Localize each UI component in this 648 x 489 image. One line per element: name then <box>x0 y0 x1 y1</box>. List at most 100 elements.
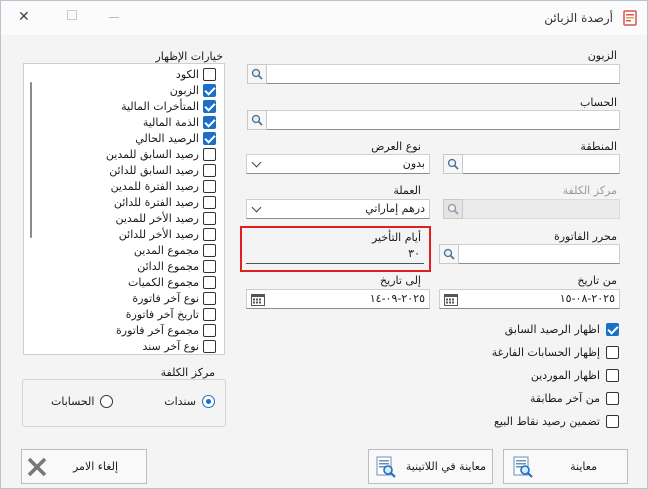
close-window-icon[interactable]: ✕ <box>18 9 30 25</box>
region-search-button[interactable] <box>443 154 463 174</box>
list-item[interactable]: تاريخ آخر فاتورة <box>126 306 216 322</box>
list-item[interactable]: مجموع المدين <box>134 242 216 258</box>
option-checkbox[interactable] <box>606 414 619 428</box>
list-item-checkbox[interactable] <box>203 83 216 97</box>
list-item-checkbox[interactable] <box>203 179 216 193</box>
search-icon <box>443 248 455 260</box>
option-checkbox[interactable] <box>606 322 619 336</box>
cost-center-group-title: مركز الكلفة <box>160 366 215 379</box>
list-item[interactable]: رصيد الأخر للمدين <box>116 210 216 226</box>
list-item-checkbox[interactable] <box>203 163 216 177</box>
delay-days-value: ٣٠ <box>408 247 420 260</box>
list-item-checkbox[interactable] <box>203 291 216 305</box>
delay-days-input[interactable]: ٣٠ <box>246 244 424 264</box>
customer-field[interactable] <box>266 64 620 84</box>
list-item[interactable]: مجموع الدائن <box>137 258 216 274</box>
list-item[interactable]: الذمة المالية <box>143 114 216 130</box>
option-checkbox[interactable] <box>606 391 619 405</box>
window-title: أرصدة الزبائن <box>544 11 613 25</box>
option-include-pos-balance[interactable]: تضمين رصيد نقاط البيع <box>494 413 619 429</box>
cost-center-field <box>462 199 620 219</box>
radio-accounts[interactable]: الحسابات <box>51 393 114 409</box>
option-from-last-reconciliation[interactable]: من آخر مطابقة <box>530 390 619 406</box>
maximize-window-icon[interactable] <box>67 10 77 20</box>
list-item-label: مجموع المدين <box>133 243 199 257</box>
list-item[interactable]: الكود <box>176 66 216 82</box>
option-checkbox[interactable] <box>606 345 619 359</box>
list-item-checkbox[interactable] <box>203 243 216 257</box>
list-item-checkbox[interactable] <box>203 195 216 209</box>
from-date-label: من تاريخ <box>577 274 617 287</box>
list-scrollbar[interactable] <box>30 82 32 238</box>
region-label: المنطقة <box>580 140 617 153</box>
list-item-label: الكود <box>175 67 199 81</box>
from-date-field[interactable]: ٢٠٢٥-٠٨-١٥ <box>439 289 620 309</box>
preview-button[interactable]: معاينة <box>503 449 628 484</box>
currency-value: درهم إماراتي <box>365 202 425 215</box>
list-item[interactable]: نوع آخر سند <box>142 338 216 354</box>
option-show-suppliers[interactable]: اظهار الموردين <box>531 367 619 383</box>
option-checkbox[interactable] <box>606 368 619 382</box>
list-item-checkbox[interactable] <box>203 227 216 241</box>
invoice-editor-field[interactable] <box>458 244 620 264</box>
to-date-field[interactable]: ٢٠٢٥-٠٩-١٤ <box>246 289 430 309</box>
radio-button[interactable] <box>202 394 215 408</box>
to-date-value: ٢٠٢٥-٠٩-١٤ <box>369 292 425 305</box>
cancel-button[interactable]: إلغاء الامر <box>21 449 147 484</box>
account-field[interactable] <box>266 110 620 130</box>
list-item[interactable]: رصيد الأخر للدائن <box>119 226 216 242</box>
list-item[interactable]: الزبون <box>170 82 216 98</box>
minimize-window-icon[interactable] <box>109 17 119 18</box>
display-options-title: خيارات الإظهار <box>155 50 223 63</box>
list-item[interactable]: مجموع الكميات <box>128 274 216 290</box>
list-item-checkbox[interactable] <box>203 131 216 145</box>
radio-button[interactable] <box>100 394 114 408</box>
list-item-label: مجموع الكميات <box>128 275 199 289</box>
cancel-button-label: إلغاء الامر <box>72 460 118 473</box>
app-icon <box>623 10 637 26</box>
list-item-checkbox[interactable] <box>203 147 216 161</box>
option-label: اظهار الرصيد السابق <box>504 322 600 336</box>
option-show-empty-accounts[interactable]: إظهار الحسابات الفارغة <box>492 344 619 360</box>
list-item-checkbox[interactable] <box>203 115 216 129</box>
customer-search-button[interactable] <box>247 64 267 84</box>
preview-latin-button[interactable]: معاينة في اللاتينية <box>368 449 493 484</box>
radio-vouchers[interactable]: سندات <box>164 393 215 409</box>
list-item-checkbox[interactable] <box>203 99 216 113</box>
account-search-button[interactable] <box>247 110 267 130</box>
list-item[interactable]: رصيد السابق للدائن <box>109 162 216 178</box>
radio-label: سندات <box>164 394 196 408</box>
list-item[interactable]: نوع آخر فاتورة <box>132 290 216 306</box>
list-item[interactable]: المتأخرات المالية <box>121 98 216 114</box>
list-item-checkbox[interactable] <box>203 323 216 337</box>
list-item-checkbox[interactable] <box>203 307 216 321</box>
search-icon <box>447 158 459 170</box>
option-show-previous-balance[interactable]: اظهار الرصيد السابق <box>505 321 619 337</box>
list-item-checkbox[interactable] <box>203 67 216 81</box>
preview-button-label: معاينة <box>570 460 597 473</box>
display-type-select[interactable]: بدون <box>246 154 430 174</box>
cost-center-label: مركز الكلفة <box>562 184 617 197</box>
list-item-checkbox[interactable] <box>203 259 216 273</box>
customer-balances-window: أرصدة الزبائن ✕ الزبون الحساب المنطقة نو… <box>0 0 648 489</box>
option-label: إظهار الحسابات الفارغة <box>491 345 600 359</box>
list-item[interactable]: رصيد السابق للمدين <box>106 146 216 162</box>
list-item-checkbox[interactable] <box>203 211 216 225</box>
list-item[interactable]: الرصيد الحالي <box>135 130 216 146</box>
customer-label: الزبون <box>587 49 617 62</box>
list-item[interactable]: رصيد الفترة للدائن <box>114 194 216 210</box>
chevron-down-icon <box>251 157 262 168</box>
currency-select[interactable]: درهم إماراتي <box>246 199 430 219</box>
list-item-label: مجموع الدائن <box>137 259 199 273</box>
calendar-icon[interactable] <box>444 293 458 306</box>
list-item-checkbox[interactable] <box>203 339 216 353</box>
list-item-checkbox[interactable] <box>203 275 216 289</box>
calendar-icon[interactable] <box>251 293 265 306</box>
close-x-icon <box>27 457 47 477</box>
report-preview-icon <box>513 456 533 478</box>
search-icon <box>251 68 263 80</box>
region-field[interactable] <box>462 154 620 174</box>
list-item[interactable]: مجموع آخر فاتورة <box>116 322 216 338</box>
invoice-editor-search-button[interactable] <box>439 244 459 264</box>
list-item[interactable]: رصيد الفترة للمدين <box>111 178 216 194</box>
